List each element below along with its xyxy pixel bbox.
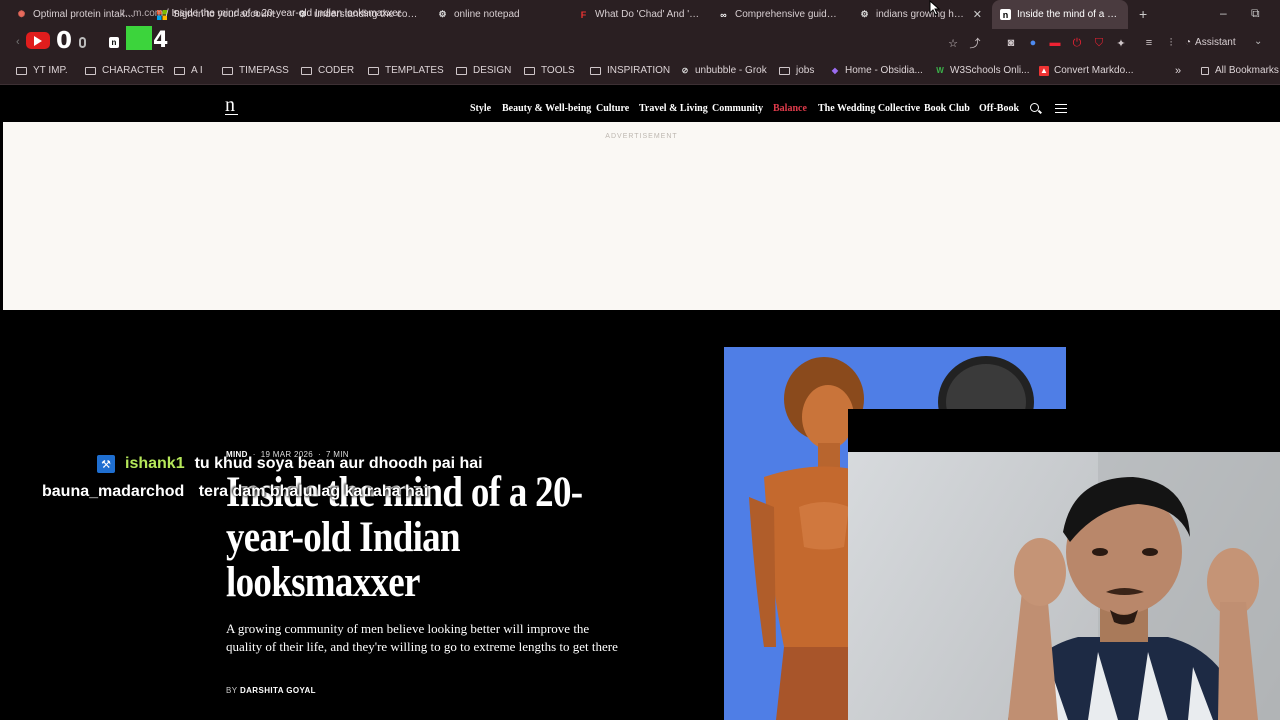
tab-6[interactable]: ⚙ indians growing hype ✕ <box>851 0 990 29</box>
folder-icon <box>301 66 312 75</box>
chat-message: bauna_madarchod tera dam bhalu lag ka ra… <box>42 483 428 501</box>
assistant-icon: ◔ <box>1185 37 1192 48</box>
tab-4[interactable]: F What Do 'Chad' And 'Chu <box>570 0 710 29</box>
nav-off-book[interactable]: Off-Book <box>979 103 1019 114</box>
openai-tab-icon: ⚙ <box>438 9 447 19</box>
chat-text: tera dam bhalu lag ka raha hai <box>198 483 429 500</box>
bookmark-link[interactable]: W W3Schools Onli... <box>935 65 1029 76</box>
all-bookmarks-button[interactable]: All Bookmarks <box>1201 65 1279 76</box>
bookmarks-bar: YT IMP. CHARACTER A I TIMEPASS CODER TEM… <box>0 58 1280 85</box>
folder-icon <box>1201 66 1209 75</box>
bookmark-folder[interactable]: A I <box>174 65 203 76</box>
bookmark-link[interactable]: ◆ Home - Obsidia... <box>830 65 923 76</box>
bookmark-folder[interactable]: DESIGN <box>456 65 511 76</box>
site-favicon-icon: n <box>109 37 119 48</box>
webcam-border <box>1066 347 1280 409</box>
folder-icon <box>368 66 379 75</box>
bookmark-folder[interactable]: TIMEPASS <box>222 65 289 76</box>
folder-icon <box>85 66 96 75</box>
streamer-figure <box>1008 452 1280 720</box>
close-tab-icon[interactable]: ✕ <box>973 8 982 21</box>
folder-icon <box>456 66 467 75</box>
bookmark-folder[interactable]: TEMPLATES <box>368 65 444 76</box>
nav-community[interactable]: Community <box>712 103 763 114</box>
nav-beauty[interactable]: Beauty & Well-being <box>502 103 591 114</box>
bookmark-link[interactable]: ⊘ unbubble - Grok <box>680 65 767 76</box>
folder-icon <box>222 66 233 75</box>
nav-balance[interactable]: Balance <box>773 103 807 114</box>
chevron-down-icon[interactable]: ⌄ <box>1254 36 1262 47</box>
browser-toolbar-icons: ☆ ⤴ ◙ ● ▬ ⏻ ⛉ ✦ ≡ ⫶ <box>946 35 1178 51</box>
chat-username: bauna_madarchod <box>42 483 185 500</box>
bookmark-link[interactable]: ▲ Convert Markdo... <box>1039 65 1133 76</box>
extension-blue-icon[interactable]: ● <box>1026 36 1040 50</box>
tab-5[interactable]: ∞ Comprehensive guide to c <box>710 0 850 29</box>
bookmark-folder[interactable]: CODER <box>301 65 354 76</box>
share-link-icon[interactable]: ⤴ <box>968 36 982 50</box>
mouse-cursor-icon <box>929 0 941 16</box>
nav-culture[interactable]: Culture <box>596 103 629 114</box>
screen: ✺ Optimal protein intake pe Sign in to y… <box>0 0 1280 720</box>
n-tab-icon: n <box>1000 9 1011 20</box>
folder-icon <box>779 66 790 75</box>
sparkle-tab-icon: ✺ <box>17 9 26 19</box>
nav-book-club[interactable]: Book Club <box>924 103 970 114</box>
nav-wedding[interactable]: The Wedding Collective <box>818 103 920 114</box>
article-byline: BY DARSHITA GOYAL <box>226 686 316 695</box>
folder-icon <box>524 66 535 75</box>
youtube-icon <box>26 32 50 49</box>
extension-red-icon[interactable]: ▬ <box>1048 36 1062 50</box>
tab-7[interactable]: n Inside the mind of a 20-ye <box>992 0 1128 29</box>
hammer-icon: ⚒ <box>97 455 115 473</box>
w3schools-icon: W <box>936 66 944 75</box>
microphone-icon <box>79 37 86 48</box>
overlay-counter-left: 0 <box>56 28 73 54</box>
nav-style[interactable]: Style <box>470 103 491 114</box>
bookmark-folder[interactable]: YT IMP. <box>16 65 68 76</box>
openai-tab-icon: ⚙ <box>860 9 869 19</box>
extension-power-icon[interactable]: ⏻ <box>1070 36 1084 50</box>
ad-label: ADVERTISEMENT <box>605 133 678 140</box>
bookmark-folder[interactable]: CHARACTER <box>85 65 164 76</box>
reading-list-icon[interactable]: ≡ <box>1142 36 1156 50</box>
chat-message: ⚒ ishank1 tu khud soya bean aur dhoodh p… <box>97 455 483 473</box>
chat-text: tu khud soya bean aur dhoodh pai hai <box>194 455 483 472</box>
search-icon[interactable] <box>1030 103 1039 112</box>
overlay-counter-right: 4 <box>153 28 169 53</box>
webcam-border <box>848 409 1280 452</box>
folder-icon <box>174 66 185 75</box>
more-bookmarks-icon[interactable]: » <box>1175 65 1181 77</box>
grok-icon: ⊘ <box>681 66 689 75</box>
restore-icon[interactable]: ⧉ <box>1251 6 1260 21</box>
minimize-icon[interactable]: – <box>1220 6 1227 20</box>
convert-icon: ▲ <box>1039 65 1049 76</box>
assistant-button[interactable]: ◔ Assistant <box>1185 37 1236 48</box>
back-arrow-icon[interactable]: ‹ <box>16 36 20 48</box>
bookmark-folder[interactable]: jobs <box>779 65 814 76</box>
advertisement-slot: ADVERTISEMENT <box>3 122 1280 310</box>
streamer-webcam <box>848 452 1280 720</box>
obsidian-icon: ◆ <box>831 66 839 75</box>
url-field[interactable]: t...m.com / Inside the mind of a 20-year… <box>122 8 401 19</box>
f-tab-icon: F <box>580 9 587 20</box>
star-icon[interactable]: ☆ <box>946 36 960 50</box>
infinity-tab-icon: ∞ <box>720 9 727 20</box>
chat-username: ishank1 <box>125 455 185 472</box>
extensions-puzzle-icon[interactable]: ✦ <box>1114 36 1128 50</box>
audio-icon[interactable]: ⫶ <box>1164 36 1178 50</box>
article-subtitle: A growing community of men believe looki… <box>226 621 618 654</box>
tab-3[interactable]: ⚙ online notepad <box>429 0 569 29</box>
nav-travel[interactable]: Travel & Living <box>639 103 708 114</box>
folder-icon <box>590 66 601 75</box>
bookmark-folder[interactable]: TOOLS <box>524 65 575 76</box>
new-tab-icon[interactable]: + <box>1139 6 1147 22</box>
folder-icon <box>16 66 27 75</box>
author-name[interactable]: DARSHITA GOYAL <box>240 686 316 695</box>
camera-icon[interactable]: ◙ <box>1004 36 1018 50</box>
menu-icon[interactable] <box>1055 104 1067 116</box>
extension-shield-icon[interactable]: ⛉ <box>1092 36 1106 50</box>
overlay-green-badge <box>126 26 152 50</box>
bookmark-folder[interactable]: INSPIRATION <box>590 65 670 76</box>
logo-underline <box>225 114 238 115</box>
